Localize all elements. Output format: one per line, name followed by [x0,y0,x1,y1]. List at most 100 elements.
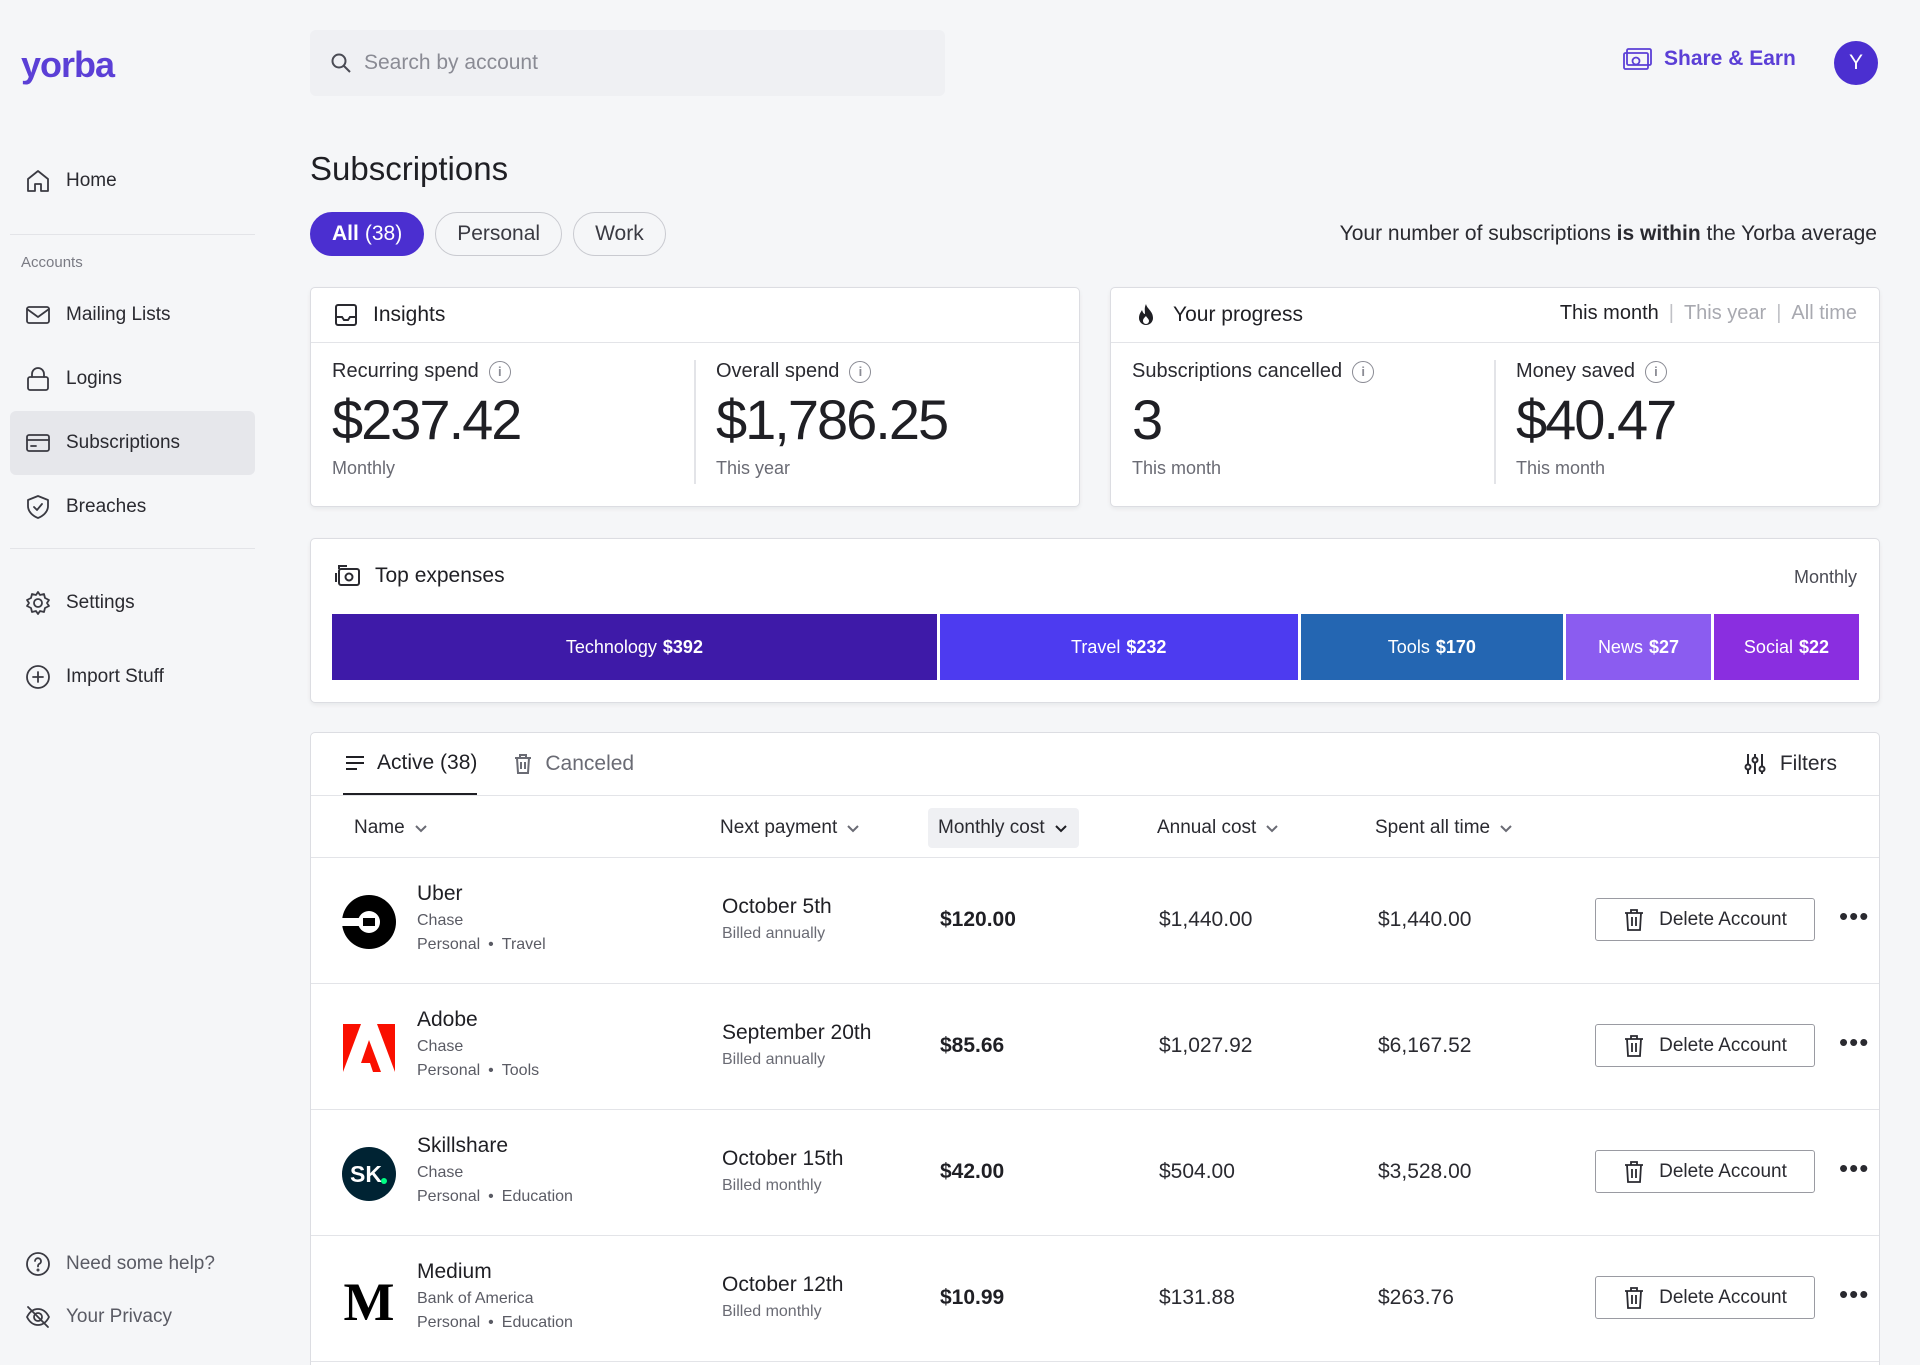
recurring-spend-stat: Recurring spend i $237.42 Monthly [332,360,522,479]
help-label: Need some help? [66,1253,215,1274]
sidebar-item-subscriptions[interactable]: Subscriptions [10,411,255,475]
search-bar[interactable] [310,30,945,96]
share-earn-button[interactable]: Share & Earn [1622,46,1796,72]
account-bank: Chase [417,912,464,929]
column-name[interactable]: Name [344,808,439,848]
saved-stat: Money saved i $40.47 This month [1516,360,1677,479]
monthly-cost: $85.66 [940,1034,1005,1057]
more-options-icon[interactable]: ••• [1839,1281,1869,1307]
table-row[interactable]: Adobe Chase Personal • Tools September 20t… [311,984,1879,1110]
column-label: Spent all time [1375,817,1491,838]
cancelled-sub: This month [1132,458,1222,478]
period-selector: This month | This year | All time [1559,302,1857,324]
yorba-logo[interactable]: yorba [21,44,115,86]
bar-name: Travel [1071,636,1121,657]
sidebar-item-mailing-lists[interactable]: Mailing Lists [10,283,255,347]
filter-personal[interactable]: Personal [435,212,563,256]
recurring-spend-value: $237.42 [332,388,522,451]
top-expenses-title: Top expenses [375,564,505,587]
sidebar-item-settings[interactable]: Settings [10,571,255,635]
period-this-month[interactable]: This month [1560,302,1659,324]
search-input[interactable] [364,51,924,75]
sliders-icon [1744,754,1766,774]
column-label: Next payment [720,817,838,838]
table-row[interactable]: Uber Chase Personal • Travel October 5th B… [311,858,1879,984]
monthly-cost: $120.00 [940,908,1016,931]
shield-icon [27,495,49,519]
table-row[interactable]: M Medium Bank of America Personal • Educat… [311,1236,1879,1362]
expense-bar-news[interactable]: News $27 [1565,614,1711,680]
table-tabs: Active (38) Canceled [343,733,634,795]
info-icon[interactable]: i [849,360,872,383]
eye-off-icon [26,1306,50,1328]
saved-sub: This month [1516,458,1606,478]
account-bank: Bank of America [417,1290,534,1307]
overall-spend-value: $1,786.25 [716,388,949,451]
delete-account-button[interactable]: Delete Account [1595,1024,1815,1067]
name-cell: Uber Chase Personal • Travel [417,882,546,954]
bar-amount: $392 [662,636,703,657]
tab-label: Canceled [545,752,635,775]
sidebar-item-logins[interactable]: Logins [10,347,255,411]
column-next-payment[interactable]: Next payment [710,808,871,848]
overall-spend-stat: Overall spend i $1,786.25 This year [716,360,949,479]
bar-name: Tools [1387,636,1430,657]
home-icon [27,170,49,192]
more-options-icon[interactable]: ••• [1839,1029,1869,1055]
expense-bar-technology[interactable]: Technology $392 [332,614,937,680]
account-name: Adobe [417,1008,478,1031]
tag: Education [501,1188,573,1205]
trash-icon [1625,1160,1644,1183]
info-icon[interactable]: i [1352,360,1375,383]
delete-account-button[interactable]: Delete Account [1595,898,1815,941]
bar-amount: $232 [1126,636,1167,657]
privacy-link[interactable]: Your Privacy [10,1285,255,1349]
insights-card: Insights Recurring spend i $237.42 Monthl… [310,287,1080,507]
column-label: Monthly cost [938,817,1045,838]
sidebar-item-label: Logins [66,368,122,389]
delete-label: Delete Account [1659,908,1787,930]
subscriptions-table: Active (38) Canceled Filters Name Next p… [310,732,1880,1365]
expense-bar-travel[interactable]: Travel $232 [939,614,1298,680]
more-options-icon[interactable]: ••• [1839,903,1869,929]
filters-button[interactable]: Filters [1742,751,1837,777]
progress-card: Your progress This month | This year | All t… [1110,287,1880,507]
monthly-cost: $42.00 [940,1160,1005,1183]
divider [694,360,696,484]
next-payment-date: October 15th [722,1147,844,1170]
sidebar-item-home[interactable]: Home [10,149,255,213]
filter-all[interactable]: All (38) [310,212,425,256]
period-this-year[interactable]: This year [1684,302,1766,324]
avatar[interactable]: Y [1834,41,1878,85]
billing-cycle: Billed monthly [722,1303,822,1320]
period-all-time[interactable]: All time [1791,302,1857,324]
expense-bar-tools[interactable]: Tools $170 [1300,614,1563,680]
next-payment-cell: October 15th Billed monthly [722,1147,843,1195]
tag: Education [501,1314,573,1331]
column-spent-all-time[interactable]: Spent all time [1365,808,1524,848]
recurring-spend-label: Recurring spend [332,360,479,382]
name-cell: Medium Bank of America Personal • Educatio… [417,1260,573,1332]
filter-work[interactable]: Work [573,212,666,256]
annual-cost: $131.88 [1159,1286,1235,1309]
cancelled-label: Subscriptions cancelled [1132,360,1343,382]
account-name: Medium [417,1260,492,1283]
tab-active[interactable]: Active (38) [343,733,478,795]
average-note-pre: Your number of subscriptions [1339,222,1617,245]
delete-account-button[interactable]: Delete Account [1595,1150,1815,1193]
info-icon[interactable]: i [1644,360,1667,383]
more-options-icon[interactable]: ••• [1839,1155,1869,1181]
recurring-spend-sub: Monthly [332,458,396,478]
chevron-down-icon [1266,825,1279,833]
info-icon[interactable]: i [488,360,511,383]
next-payment-cell: October 12th Billed monthly [722,1273,843,1321]
account-tags: Personal • Education [417,1314,573,1331]
delete-account-button[interactable]: Delete Account [1595,1276,1815,1319]
sidebar-item-breaches[interactable]: Breaches [10,475,255,539]
tab-canceled[interactable]: Canceled [511,733,634,795]
expense-bar-social[interactable]: Social $22 [1713,614,1859,680]
sidebar-item-import[interactable]: Import Stuff [10,645,255,709]
column-monthly-cost[interactable]: Monthly cost [928,808,1079,848]
column-annual-cost[interactable]: Annual cost [1147,808,1290,848]
table-row[interactable]: SK Skillshare Chase Personal • Education O… [311,1110,1879,1236]
